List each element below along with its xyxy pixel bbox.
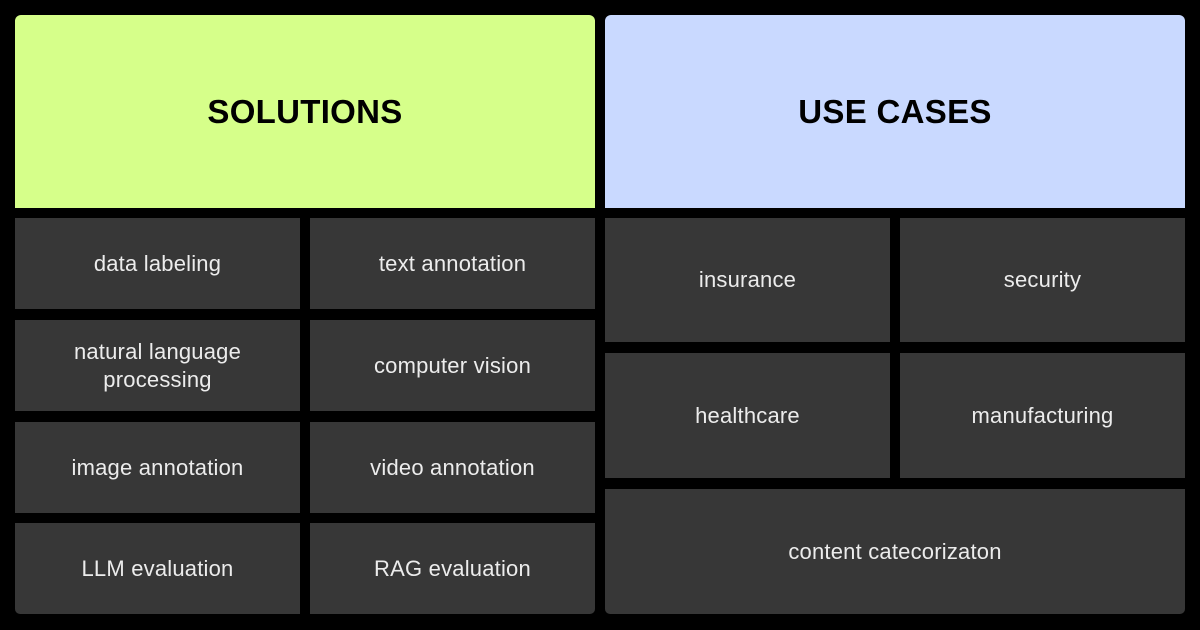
use-cases-header: USE CASES (605, 15, 1185, 208)
solutions-header: SOLUTIONS (15, 15, 595, 208)
use-case-tile-security[interactable]: security (900, 218, 1185, 342)
solution-tile-rag-evaluation[interactable]: RAG evaluation (310, 523, 595, 614)
use-case-tile-content-categorization[interactable]: content catecorizaton (605, 489, 1185, 614)
tile-label: healthcare (695, 402, 800, 428)
tile-label: LLM evaluation (81, 555, 234, 581)
solution-tile-image-annotation[interactable]: image annotation (15, 422, 300, 513)
tile-label: insurance (698, 267, 797, 292)
solutions-title: SOLUTIONS (207, 92, 403, 130)
solution-tile-text-annotation[interactable]: text annotation (310, 218, 595, 309)
use-case-tile-healthcare[interactable]: healthcare (605, 353, 890, 478)
solution-tile-nlp[interactable]: natural language processing (15, 320, 300, 411)
solution-tile-llm-evaluation[interactable]: LLM evaluation (15, 523, 300, 614)
tile-label: natural language processing (73, 338, 242, 392)
tile-label: video annotation (370, 454, 535, 480)
use-cases-title: USE CASES (798, 92, 992, 130)
tile-label: text annotation (378, 250, 527, 276)
tile-label: computer vision (373, 352, 532, 378)
tile-label: manufacturing (971, 402, 1114, 428)
tile-label: image annotation (71, 454, 244, 480)
tile-label: content catecorizaton (788, 538, 1002, 564)
use-case-tile-manufacturing[interactable]: manufacturing (900, 353, 1185, 478)
use-case-tile-insurance[interactable]: insurance (605, 218, 890, 342)
tile-label: RAG evaluation (374, 555, 531, 581)
solution-tile-computer-vision[interactable]: computer vision (310, 320, 595, 411)
solution-tile-video-annotation[interactable]: video annotation (310, 422, 595, 513)
tile-label: data labeling (93, 250, 222, 276)
solution-tile-data-labeling[interactable]: data labeling (15, 218, 300, 309)
tile-label: security (1003, 267, 1082, 292)
